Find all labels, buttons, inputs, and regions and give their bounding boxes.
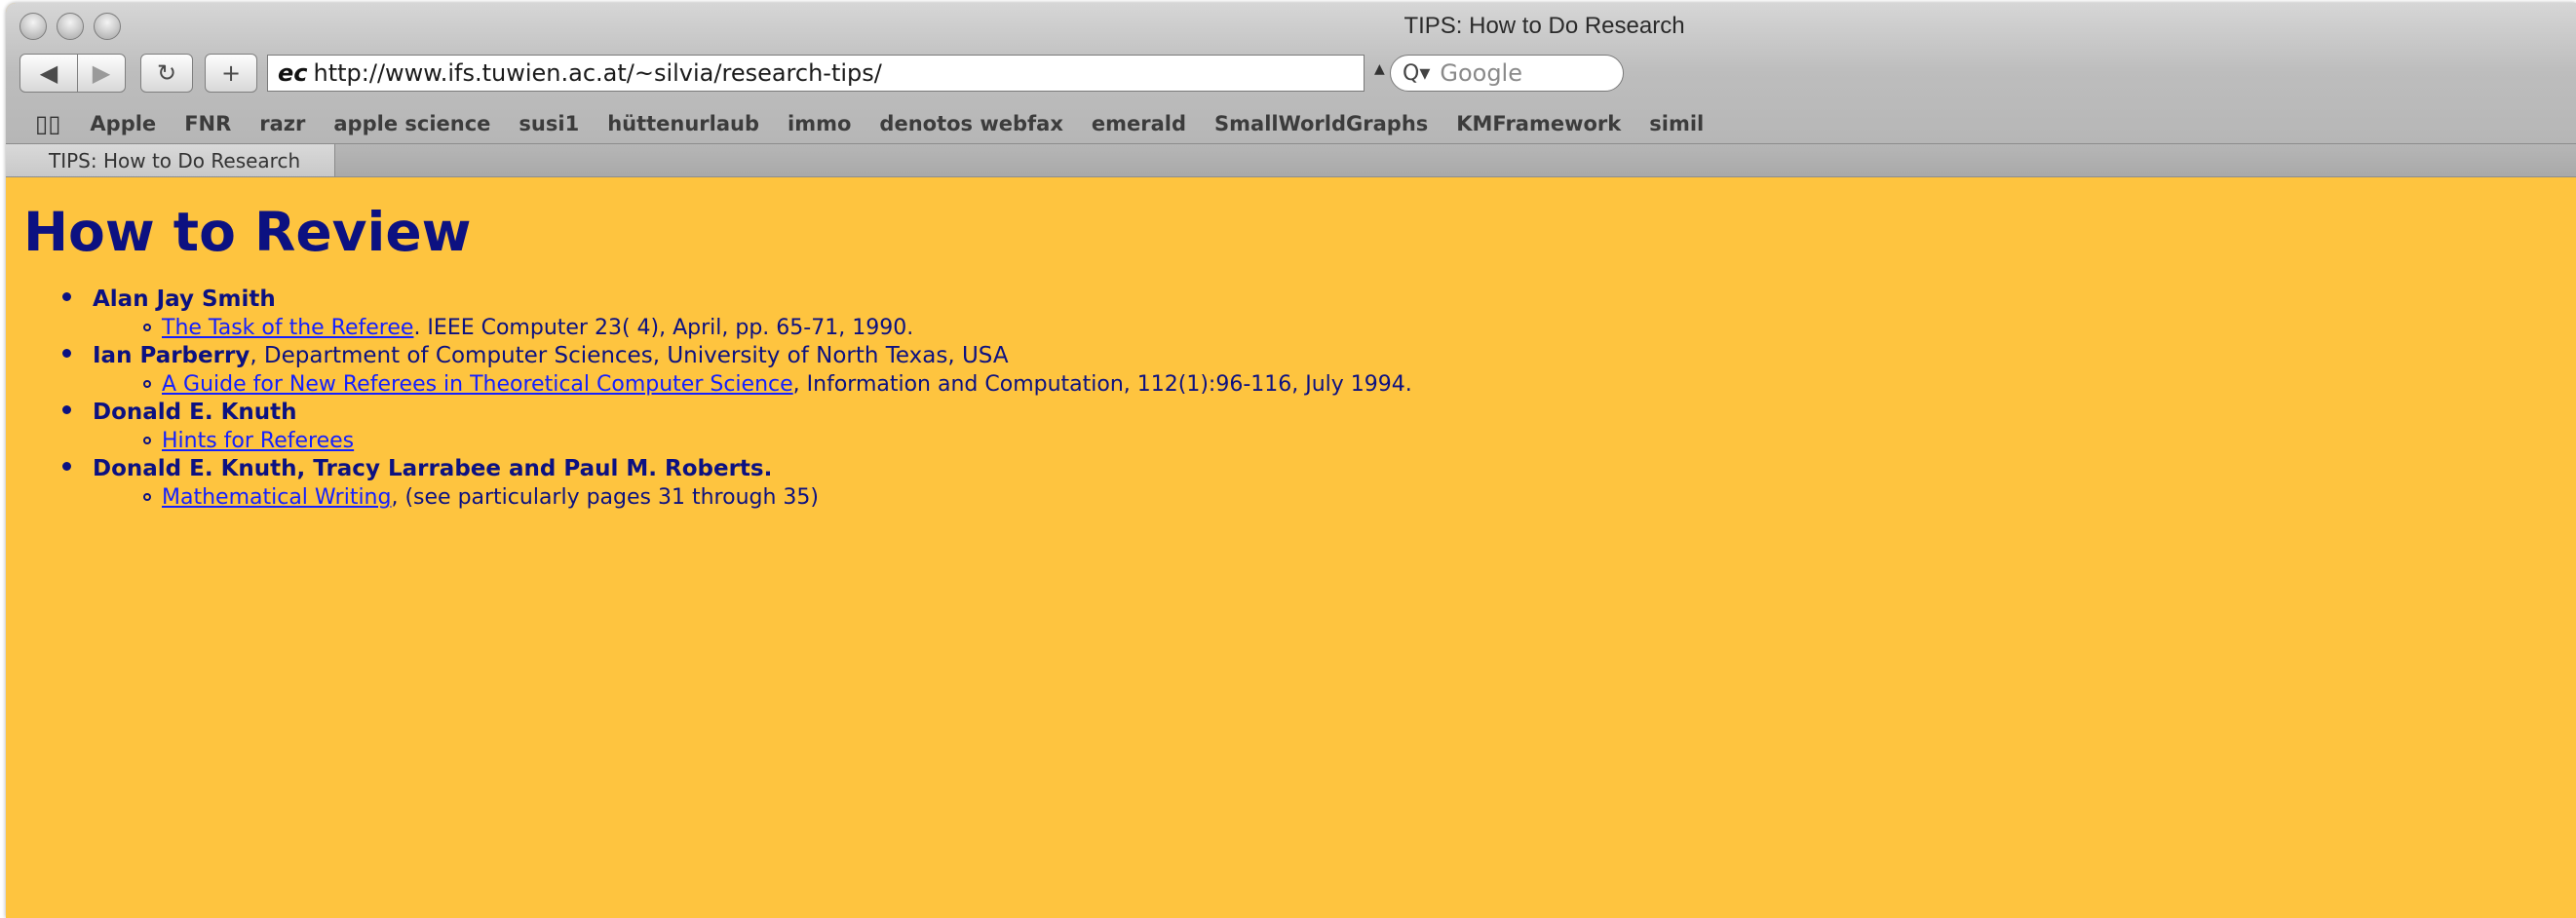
back-arrow-icon: ◀ bbox=[39, 59, 58, 87]
tab-bar: TIPS: How to Do Research bbox=[6, 143, 2576, 177]
list-item: Donald E. Knuth, Tracy Larrabee and Paul… bbox=[6, 455, 1412, 512]
reload-button[interactable]: ↻ bbox=[140, 54, 193, 93]
bullet-icon bbox=[62, 292, 71, 301]
bullet-icon bbox=[62, 405, 71, 414]
address-dropdown-icon[interactable]: ▲ bbox=[1374, 61, 1385, 77]
tab-tips-research[interactable]: TIPS: How to Do Research bbox=[6, 144, 335, 177]
bookmark-emerald[interactable]: emerald bbox=[1092, 112, 1186, 135]
citation-text: , (see particularly pages 31 through 35) bbox=[391, 485, 819, 510]
bookmark-smallworldgraphs[interactable]: SmallWorldGraphs bbox=[1214, 112, 1428, 135]
bookmark-susi1[interactable]: susi1 bbox=[519, 112, 579, 135]
author-affiliation: , Department of Computer Sciences, Unive… bbox=[250, 343, 1009, 368]
forward-button[interactable]: ▶ bbox=[77, 54, 126, 93]
bookmark-apple-science[interactable]: apple science bbox=[333, 112, 490, 135]
back-button[interactable]: ◀ bbox=[19, 54, 78, 93]
author-name: Donald E. Knuth, Tracy Larrabee and Paul… bbox=[93, 456, 773, 481]
citation-text: , Information and Computation, 112(1):96… bbox=[792, 372, 1412, 397]
bookmark-simil[interactable]: simil bbox=[1649, 112, 1704, 135]
review-guides-list: Alan Jay Smith The Task of the Referee. … bbox=[6, 286, 1412, 512]
bookmark-kmframework[interactable]: KMFramework bbox=[1456, 112, 1621, 135]
sub-bullet-icon bbox=[143, 380, 151, 388]
paper-link[interactable]: Hints for Referees bbox=[162, 429, 354, 453]
sub-bullet-icon bbox=[143, 324, 151, 331]
author-name: Alan Jay Smith bbox=[93, 287, 276, 312]
window-title: TIPS: How to Do Research bbox=[1403, 13, 1685, 39]
paper-link[interactable]: Mathematical Writing bbox=[162, 485, 391, 510]
bookmark-immo[interactable]: immo bbox=[788, 112, 851, 135]
bookmarks-bar: ▯▯ Apple FNR razr apple science susi1 hü… bbox=[6, 104, 2576, 143]
bullet-icon bbox=[62, 462, 71, 471]
bookmark-fnr[interactable]: FNR bbox=[184, 112, 231, 135]
author-name: Donald E. Knuth bbox=[93, 400, 297, 425]
bullet-icon bbox=[62, 349, 71, 358]
citation-text: . IEEE Computer 23( 4), April, pp. 65-71… bbox=[413, 316, 914, 340]
search-placeholder: Google bbox=[1440, 59, 1522, 87]
bookmark-huettenurlaub[interactable]: hüttenurlaub bbox=[607, 112, 759, 135]
list-item: Alan Jay Smith The Task of the Referee. … bbox=[6, 286, 1412, 342]
search-field[interactable]: Q▾ Google bbox=[1390, 55, 1624, 92]
reload-icon: ↻ bbox=[156, 59, 177, 87]
sub-bullet-icon bbox=[143, 437, 151, 444]
title-bar: TIPS: How to Do Research bbox=[6, 3, 2576, 48]
sub-bullet-icon bbox=[143, 493, 151, 501]
search-icon[interactable]: Q▾ bbox=[1403, 61, 1430, 86]
add-bookmark-button[interactable]: + bbox=[205, 54, 257, 93]
forward-arrow-icon: ▶ bbox=[92, 59, 111, 87]
browser-chrome: TIPS: How to Do Research ◀ ▶ ↻ + ec http… bbox=[6, 3, 2576, 177]
plus-icon: + bbox=[220, 59, 242, 87]
bookmark-apple[interactable]: Apple bbox=[90, 112, 156, 135]
open-book-icon[interactable]: ▯▯ bbox=[35, 110, 60, 137]
toolbar: ◀ ▶ ↻ + ec http://www.ifs.tuwien.ac.at/~… bbox=[6, 48, 2576, 102]
bookmark-razr[interactable]: razr bbox=[259, 112, 305, 135]
list-item: Donald E. Knuth Hints for Referees bbox=[6, 399, 1412, 455]
browser-window: TIPS: How to Do Research ◀ ▶ ↻ + ec http… bbox=[6, 3, 2576, 918]
url-text[interactable]: http://www.ifs.tuwien.ac.at/~silvia/rese… bbox=[314, 59, 882, 87]
page-title: How to Review bbox=[23, 201, 472, 263]
paper-link[interactable]: A Guide for New Referees in Theoretical … bbox=[162, 372, 793, 397]
page-content: How to Review Alan Jay Smith The Task of… bbox=[6, 176, 2576, 918]
address-bar[interactable]: ec http://www.ifs.tuwien.ac.at/~silvia/r… bbox=[267, 55, 1365, 92]
site-favicon-icon: ec bbox=[278, 59, 308, 87]
paper-link[interactable]: The Task of the Referee bbox=[162, 316, 413, 340]
list-item: Ian Parberry, Department of Computer Sci… bbox=[6, 342, 1412, 399]
bookmark-denotos-webfax[interactable]: denotos webfax bbox=[879, 112, 1062, 135]
tab-label: TIPS: How to Do Research bbox=[49, 149, 301, 172]
author-name: Ian Parberry bbox=[93, 343, 250, 368]
